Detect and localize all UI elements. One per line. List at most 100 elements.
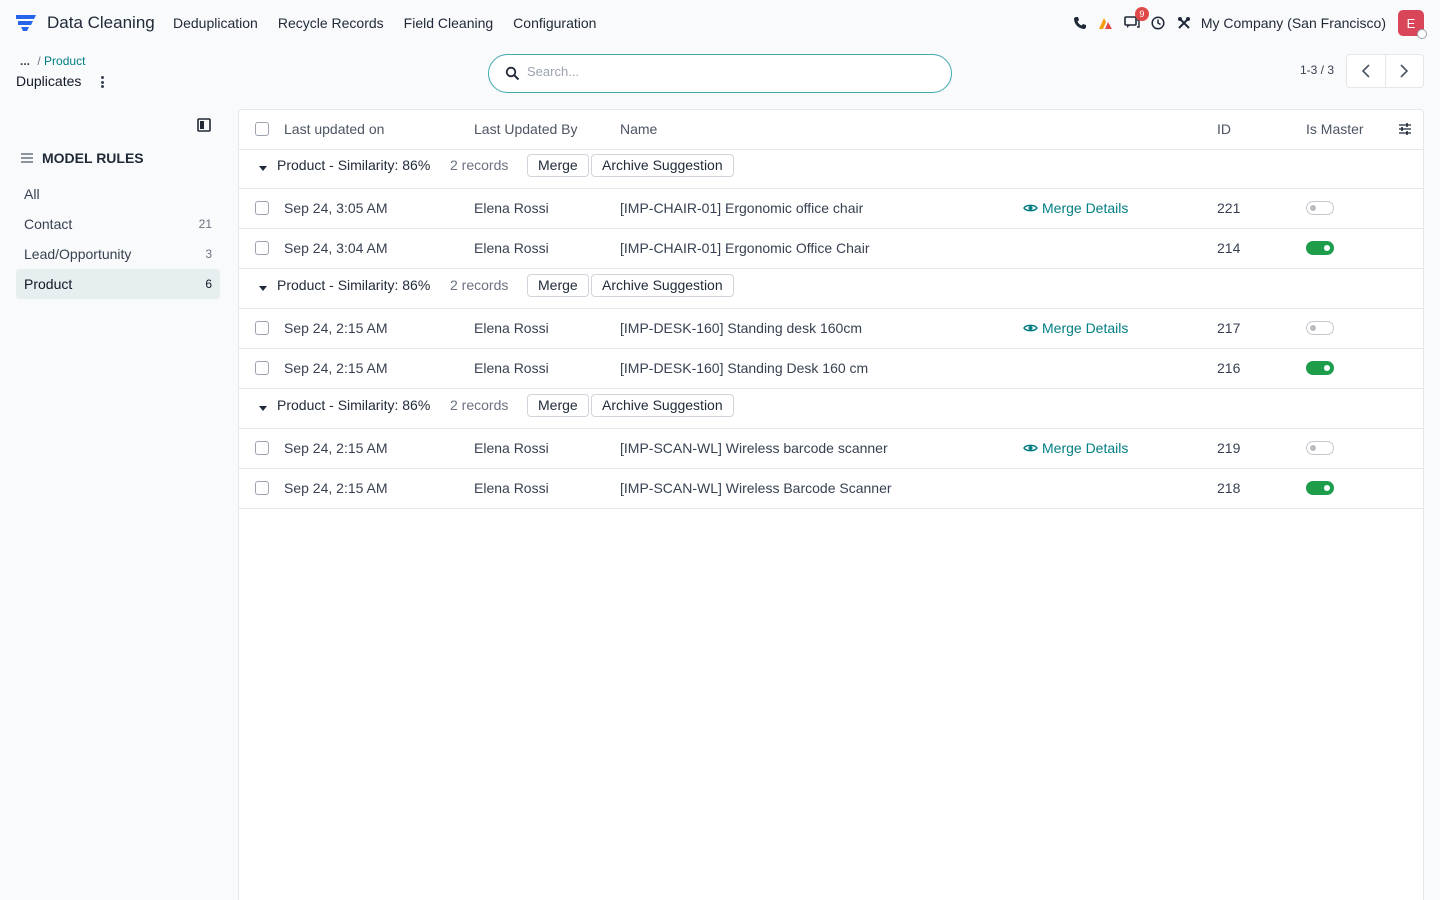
sidebar-item-count: 21 xyxy=(198,217,212,231)
archive-suggestion-button[interactable]: Archive Suggestion xyxy=(591,154,734,177)
is-master-toggle[interactable] xyxy=(1306,441,1334,455)
table-row[interactable]: Sep 24, 3:05 AM Elena Rossi [IMP-CHAIR-0… xyxy=(239,189,1423,229)
table-header: Last updated on Last Updated By Name ID … xyxy=(239,110,1423,150)
merge-details-label: Merge Details xyxy=(1042,320,1129,336)
table-row[interactable]: Sep 24, 2:15 AM Elena Rossi [IMP-SCAN-WL… xyxy=(239,469,1423,509)
breadcrumb-ellipsis[interactable]: ... xyxy=(20,54,30,68)
merge-details-link[interactable]: Merge Details xyxy=(1023,320,1128,336)
group-record-count: 2 records xyxy=(450,157,509,173)
user-avatar[interactable]: E xyxy=(1398,10,1427,39)
eye-icon xyxy=(1023,204,1038,212)
row-checkbox[interactable] xyxy=(255,481,269,495)
column-header-last-updated-on[interactable]: Last updated on xyxy=(284,121,384,137)
is-master-toggle[interactable] xyxy=(1306,201,1334,215)
menu-item-recycle-records[interactable]: Recycle Records xyxy=(278,15,384,31)
sidebar-item-all[interactable]: All xyxy=(16,179,220,209)
pager-value[interactable]: 1-3 / 3 xyxy=(1300,63,1334,77)
breadcrumb-parent[interactable]: Product xyxy=(44,54,85,68)
caret-down-icon xyxy=(259,286,267,291)
row-checkbox[interactable] xyxy=(255,201,269,215)
cell-last-updated-on: Sep 24, 2:15 AM xyxy=(284,360,388,376)
table-row[interactable]: Sep 24, 2:15 AM Elena Rossi [IMP-DESK-16… xyxy=(239,349,1423,389)
cell-id: 218 xyxy=(1217,480,1241,496)
breadcrumb: ... / Product xyxy=(20,54,85,68)
sidebar-item-label: Lead/Opportunity xyxy=(24,246,132,262)
clock-icon[interactable] xyxy=(1145,10,1171,36)
pager-previous-button[interactable] xyxy=(1347,55,1385,87)
activity-icon[interactable] xyxy=(1093,10,1119,36)
company-switcher[interactable]: My Company (San Francisco) xyxy=(1201,15,1386,31)
is-master-toggle[interactable] xyxy=(1306,361,1334,375)
row-checkbox[interactable] xyxy=(255,241,269,255)
group-row[interactable]: Product - Similarity: 86% 2 records Merg… xyxy=(239,389,1423,429)
cell-id: 217 xyxy=(1217,320,1241,336)
is-master-toggle[interactable] xyxy=(1306,321,1334,335)
breadcrumb-separator: / xyxy=(37,54,41,68)
table-row[interactable]: Sep 24, 2:15 AM Elena Rossi [IMP-DESK-16… xyxy=(239,309,1423,349)
cell-name: [IMP-DESK-160] Standing desk 160cm xyxy=(620,320,863,336)
sidebar-item-label: All xyxy=(24,186,40,202)
table-row[interactable]: Sep 24, 3:04 AM Elena Rossi [IMP-CHAIR-0… xyxy=(239,229,1423,269)
cell-last-updated-on: Sep 24, 2:15 AM xyxy=(284,320,388,336)
column-header-id[interactable]: ID xyxy=(1217,121,1231,137)
is-master-toggle[interactable] xyxy=(1306,481,1334,495)
cell-last-updated-by: Elena Rossi xyxy=(474,440,549,456)
caret-down-icon xyxy=(259,406,267,411)
cell-id: 216 xyxy=(1217,360,1241,376)
merge-details-label: Merge Details xyxy=(1042,200,1129,216)
cell-id: 221 xyxy=(1217,200,1241,216)
row-checkbox[interactable] xyxy=(255,441,269,455)
menu-item-deduplication[interactable]: Deduplication xyxy=(173,15,258,31)
sidebar-item-contact[interactable]: Contact 21 xyxy=(16,209,220,239)
merge-button[interactable]: Merge xyxy=(527,274,589,297)
app-logo-icon[interactable] xyxy=(16,14,36,32)
eye-icon xyxy=(1023,324,1038,332)
phone-icon[interactable] xyxy=(1067,10,1093,36)
cell-name: [IMP-CHAIR-01] Ergonomic office chair xyxy=(620,200,864,216)
eye-icon xyxy=(1023,444,1038,452)
cell-name: [IMP-CHAIR-01] Ergonomic Office Chair xyxy=(620,240,870,256)
cell-last-updated-on: Sep 24, 2:15 AM xyxy=(284,440,388,456)
menu-item-field-cleaning[interactable]: Field Cleaning xyxy=(404,15,494,31)
group-row[interactable]: Product - Similarity: 86% 2 records Merg… xyxy=(239,149,1423,189)
duplicates-list: Last updated on Last Updated By Name ID … xyxy=(238,109,1424,900)
column-header-is-master[interactable]: Is Master xyxy=(1306,121,1364,137)
select-all-checkbox[interactable] xyxy=(255,122,269,136)
group-row[interactable]: Product - Similarity: 86% 2 records Merg… xyxy=(239,269,1423,309)
sidebar-item-count: 6 xyxy=(205,277,212,291)
cell-id: 214 xyxy=(1217,240,1241,256)
row-checkbox[interactable] xyxy=(255,361,269,375)
group-title: Product - Similarity: 86% xyxy=(277,157,431,173)
cell-last-updated-by: Elena Rossi xyxy=(474,480,549,496)
menu-item-configuration[interactable]: Configuration xyxy=(513,15,596,31)
merge-details-link[interactable]: Merge Details xyxy=(1023,440,1128,456)
cell-name: [IMP-DESK-160] Standing Desk 160 cm xyxy=(620,360,869,376)
tools-icon[interactable] xyxy=(1171,10,1197,36)
chevron-right-icon xyxy=(1400,64,1409,78)
column-header-name[interactable]: Name xyxy=(620,121,657,137)
page-title: Duplicates xyxy=(16,73,82,89)
cell-id: 219 xyxy=(1217,440,1241,456)
sidebar-item-product[interactable]: Product 6 xyxy=(16,269,220,299)
pager-next-button[interactable] xyxy=(1384,55,1424,87)
row-checkbox[interactable] xyxy=(255,321,269,335)
search-bar[interactable] xyxy=(488,54,952,93)
sidebar-item-lead-opportunity[interactable]: Lead/Opportunity 3 xyxy=(16,239,220,269)
optional-columns-icon[interactable] xyxy=(1398,122,1412,136)
table-row[interactable]: Sep 24, 2:15 AM Elena Rossi [IMP-SCAN-WL… xyxy=(239,429,1423,469)
merge-button[interactable]: Merge xyxy=(527,394,589,417)
app-title[interactable]: Data Cleaning xyxy=(47,13,155,33)
archive-suggestion-button[interactable]: Archive Suggestion xyxy=(591,274,734,297)
is-master-toggle[interactable] xyxy=(1306,241,1334,255)
merge-details-link[interactable]: Merge Details xyxy=(1023,200,1128,216)
sidebar-toggle-icon[interactable] xyxy=(197,118,211,132)
archive-suggestion-button[interactable]: Archive Suggestion xyxy=(591,394,734,417)
search-input[interactable] xyxy=(527,64,927,79)
sidebar-title: MODEL RULES xyxy=(42,150,144,166)
column-header-last-updated-by[interactable]: Last Updated By xyxy=(474,121,578,137)
messages-icon[interactable]: 9 xyxy=(1119,7,1149,36)
sidebar-item-label: Product xyxy=(24,276,73,292)
actions-menu-icon[interactable] xyxy=(97,74,107,90)
top-navbar: Data Cleaning Deduplication Recycle Reco… xyxy=(0,0,1440,46)
merge-button[interactable]: Merge xyxy=(527,154,589,177)
